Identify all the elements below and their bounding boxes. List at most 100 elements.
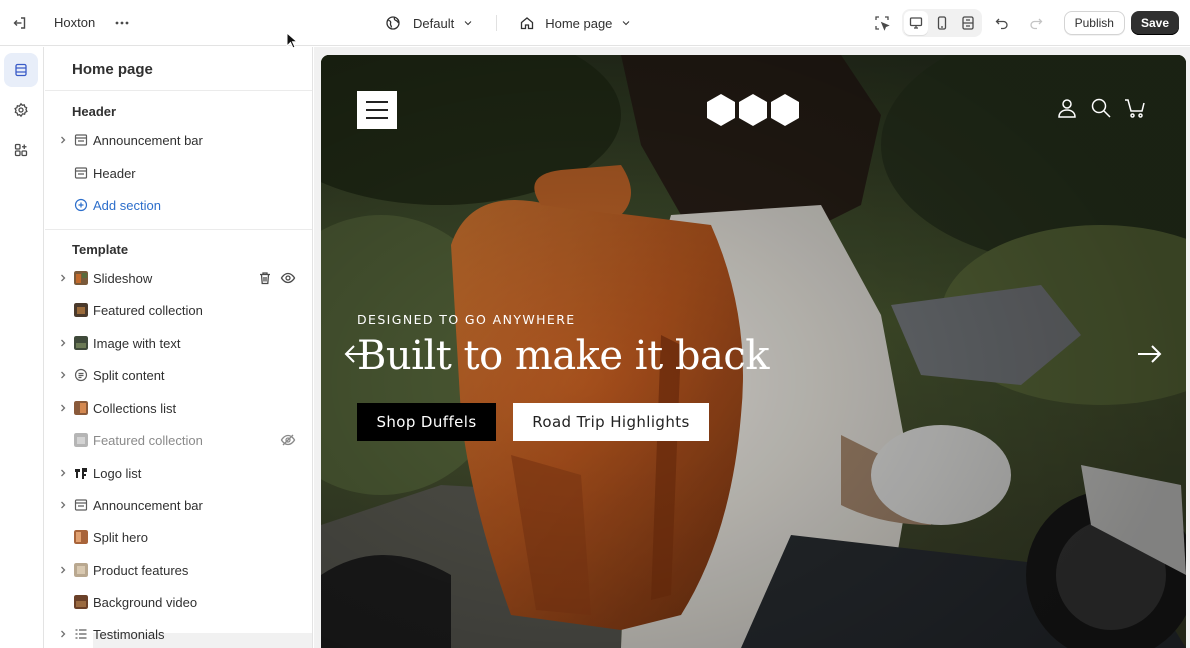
eye-hidden-icon[interactable] [280, 432, 296, 448]
device-toggle [901, 9, 982, 37]
home-icon [521, 17, 534, 30]
store-name[interactable]: Hoxton [54, 15, 95, 30]
template-group-title: Template [72, 242, 129, 257]
hero-headline: Built to make it back [357, 333, 769, 379]
section-row-announcement-bar-2[interactable]: Announcement bar [45, 490, 312, 520]
section-row-collections-list[interactable]: Collections list [45, 393, 312, 423]
chevron-right-icon[interactable] [58, 629, 68, 639]
chevron-right-icon[interactable] [58, 273, 68, 283]
layout-rows-icon [74, 499, 88, 511]
menu-hamburger-icon[interactable] [357, 91, 397, 129]
section-row-slideshow[interactable]: Slideshow [45, 263, 312, 293]
section-label: Logo list [93, 465, 142, 481]
section-row-split-content[interactable]: Split content [45, 360, 312, 390]
sections-sidebar: Home page Header Announcement bar Header… [45, 47, 313, 648]
undo-icon[interactable] [988, 9, 1016, 37]
section-row-product-features[interactable]: Product features [45, 555, 312, 585]
more-options-icon[interactable] [108, 9, 136, 37]
slide-next-arrow-icon[interactable] [1137, 343, 1163, 365]
desktop-icon[interactable] [903, 11, 928, 35]
chevron-right-icon[interactable] [58, 500, 68, 510]
road-trip-highlights-button[interactable]: Road Trip Highlights [513, 403, 709, 441]
fullscreen-icon[interactable] [956, 11, 980, 35]
chevron-right-icon[interactable] [58, 403, 68, 413]
section-row-header[interactable]: Header [45, 158, 312, 188]
section-row-featured-collection[interactable]: Featured collection [45, 295, 312, 325]
image-thumb-icon [74, 271, 88, 285]
slide-prev-arrow-icon[interactable] [343, 343, 369, 365]
storefront-header-icons [1056, 97, 1146, 119]
text-block-icon [74, 368, 88, 382]
image-thumb-icon [74, 433, 88, 447]
section-label: Announcement bar [93, 497, 203, 513]
section-label: Product features [93, 562, 189, 578]
mobile-icon[interactable] [930, 11, 954, 35]
chevron-right-icon[interactable] [58, 370, 68, 380]
redo-icon[interactable] [1022, 9, 1050, 37]
image-thumb-icon [74, 563, 88, 577]
search-icon[interactable] [1090, 97, 1112, 119]
sidebar-title: Home page [72, 61, 153, 78]
list-icon [75, 629, 87, 639]
section-label: Featured collection [93, 302, 203, 318]
save-button[interactable]: Save [1130, 11, 1179, 35]
top-actions: Publish Save [868, 9, 1179, 37]
section-row-announcement-bar[interactable]: Announcement bar [45, 125, 312, 155]
section-label: Collections list [93, 400, 177, 416]
add-section-button[interactable]: Add section [45, 190, 312, 220]
section-row-image-with-text[interactable]: Image with text [45, 328, 312, 358]
section-row-split-hero[interactable]: Split hero [45, 522, 312, 552]
header-group-title: Header [72, 104, 117, 119]
logo-thumb-icon [75, 468, 87, 479]
chevron-down-icon [464, 21, 472, 26]
image-thumb-icon [74, 595, 88, 609]
theme-selector[interactable]: Default [385, 15, 474, 31]
add-circle-icon [74, 198, 88, 212]
section-label: Split hero [93, 529, 148, 545]
section-row-testimonials[interactable]: Testimonials [45, 619, 312, 648]
chevron-right-icon[interactable] [58, 565, 68, 575]
section-label: Featured collection [93, 432, 203, 448]
add-section-label: Add section [93, 197, 161, 213]
section-label: Image with text [93, 335, 181, 351]
chevron-right-icon[interactable] [58, 135, 68, 145]
image-thumb-icon [74, 303, 88, 317]
chevron-right-icon[interactable] [58, 468, 68, 478]
preview-area: DESIGNED TO GO ANYWHERE Built to make it… [314, 47, 1190, 648]
sections-icon[interactable] [4, 53, 38, 87]
page-selector[interactable]: Home page [519, 15, 632, 31]
eye-visible-icon[interactable] [280, 270, 296, 286]
layout-rows-icon [74, 134, 88, 146]
divider [496, 15, 498, 31]
settings-gear-icon[interactable] [4, 93, 38, 127]
section-label: Slideshow [93, 270, 153, 286]
section-label: Header [93, 165, 136, 181]
image-thumb-icon [74, 401, 88, 415]
globe-icon [386, 16, 400, 30]
apps-icon[interactable] [4, 133, 38, 167]
section-label: Testimonials [93, 626, 165, 642]
shop-duffels-button[interactable]: Shop Duffels [357, 403, 496, 441]
publish-button[interactable]: Publish [1063, 11, 1125, 35]
section-row-logo-list[interactable]: Logo list [45, 458, 312, 488]
store-logo[interactable] [706, 93, 801, 127]
storefront-preview[interactable]: DESIGNED TO GO ANYWHERE Built to make it… [321, 55, 1186, 648]
theme-selector-label: Default [413, 15, 455, 31]
inspector-icon[interactable] [868, 9, 896, 37]
image-thumb-icon [74, 530, 88, 544]
left-rail [0, 47, 44, 648]
cart-icon[interactable] [1124, 97, 1146, 119]
exit-icon[interactable] [6, 9, 34, 37]
section-label: Background video [93, 594, 198, 610]
divider [45, 229, 312, 230]
top-selectors: Default Home page [385, 9, 632, 37]
layout-rows-icon [74, 167, 88, 179]
chevron-right-icon[interactable] [58, 338, 68, 348]
section-row-background-video[interactable]: Background video [45, 587, 312, 617]
account-icon[interactable] [1056, 97, 1078, 119]
delete-icon[interactable] [257, 270, 273, 286]
hero-eyebrow: DESIGNED TO GO ANYWHERE [357, 312, 576, 327]
divider [45, 90, 312, 91]
mouse-cursor-icon [286, 32, 298, 49]
section-row-featured-collection-hidden[interactable]: Featured collection [45, 425, 312, 455]
